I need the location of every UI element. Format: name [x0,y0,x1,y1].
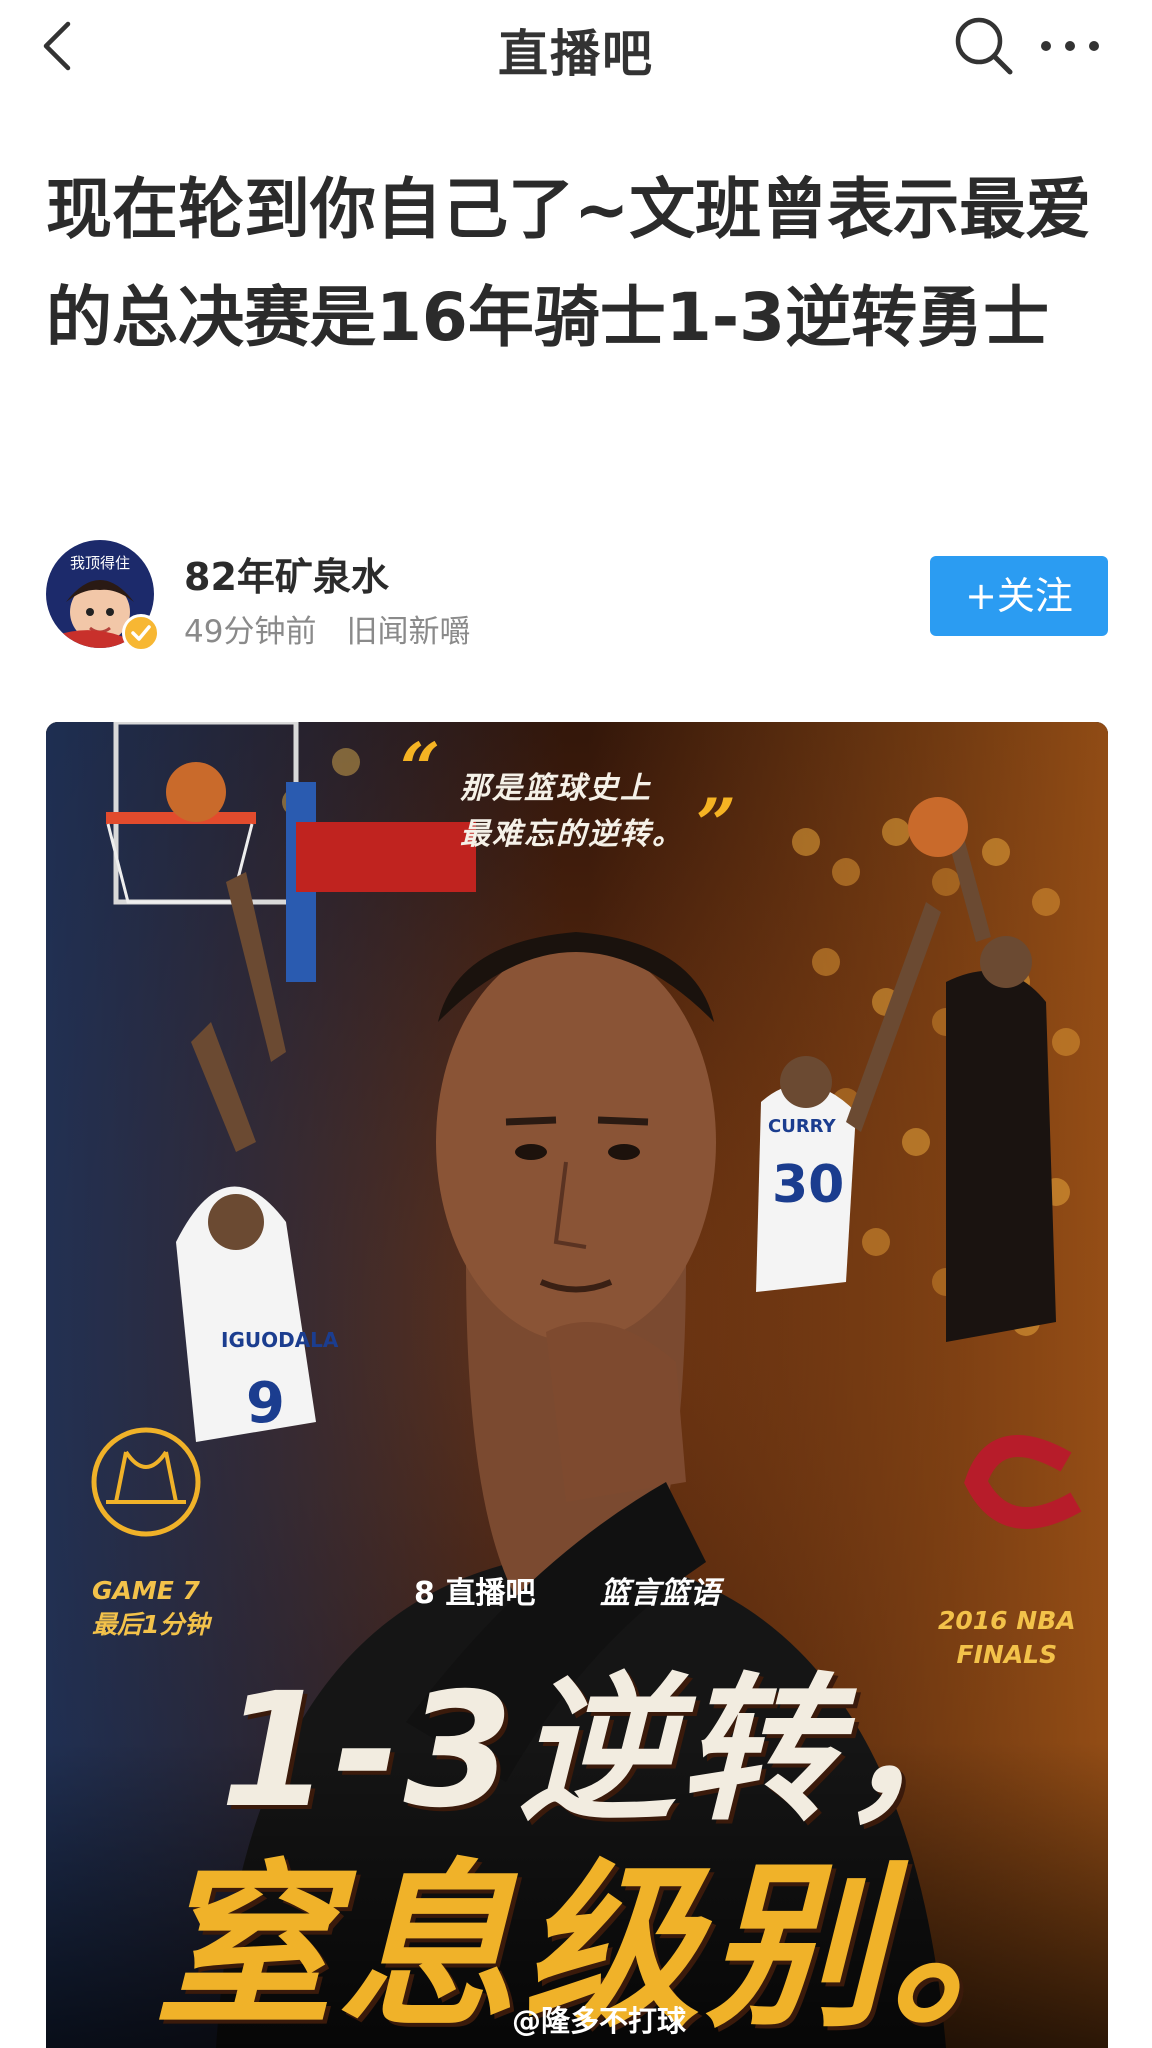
avatar-caption: 我顶得住 [70,554,130,572]
open-quote-mark: “ [400,727,443,810]
game-label-line-2: 最后1分钟 [92,1610,210,1639]
poster-quote: “ 那是篮球史上 最难忘的逆转。 ” [400,734,736,860]
game-label-line-1: GAME 7 [92,1576,200,1605]
article-poster-image[interactable]: IGUODALA 9 CURRY 30 “ 那是篮球史上 最难忘的逆转。 ” G… [46,722,1108,2048]
more-horizontal-icon [1041,41,1099,51]
author-row: 我顶得住 82年矿泉水 49分钟前 旧闻新嚼 +关注 [46,540,1108,652]
quote-line-1: 那是篮球史上 [460,771,652,806]
author-meta: 49分钟前 旧闻新嚼 [184,606,500,651]
right-jersey-number: 30 [772,1155,844,1215]
search-icon [955,17,1013,75]
left-jersey-number: 9 [246,1371,285,1436]
search-button[interactable] [952,14,1016,78]
game-label: GAME 7 最后1分钟 [92,1574,209,1642]
right-jersey-name: CURRY [768,1116,837,1137]
weibo-watermark: @隆多不打球 [512,2004,687,2038]
brand-logo: 8 直播吧 [414,1576,536,1611]
source-column[interactable]: 旧闻新嚼 [346,614,470,650]
more-button[interactable] [1034,14,1106,78]
quote-line-2: 最难忘的逆转。 [460,817,684,852]
top-navbar: 直播吧 [0,0,1152,92]
follow-button[interactable]: +关注 [930,556,1108,636]
verified-icon [122,614,160,652]
article-title: 现在轮到你自己了~文班曾表示最爱的总决赛是16年骑士1-3逆转勇士 [46,171,1092,356]
author-name[interactable]: 82年矿泉水 [184,546,389,601]
brand-subtitle: 篮言篮语 [600,1576,720,1611]
close-quote-mark: ” [696,783,739,866]
publish-time: 49分钟前 [184,614,317,650]
left-jersey-name: IGUODALA [221,1328,339,1352]
